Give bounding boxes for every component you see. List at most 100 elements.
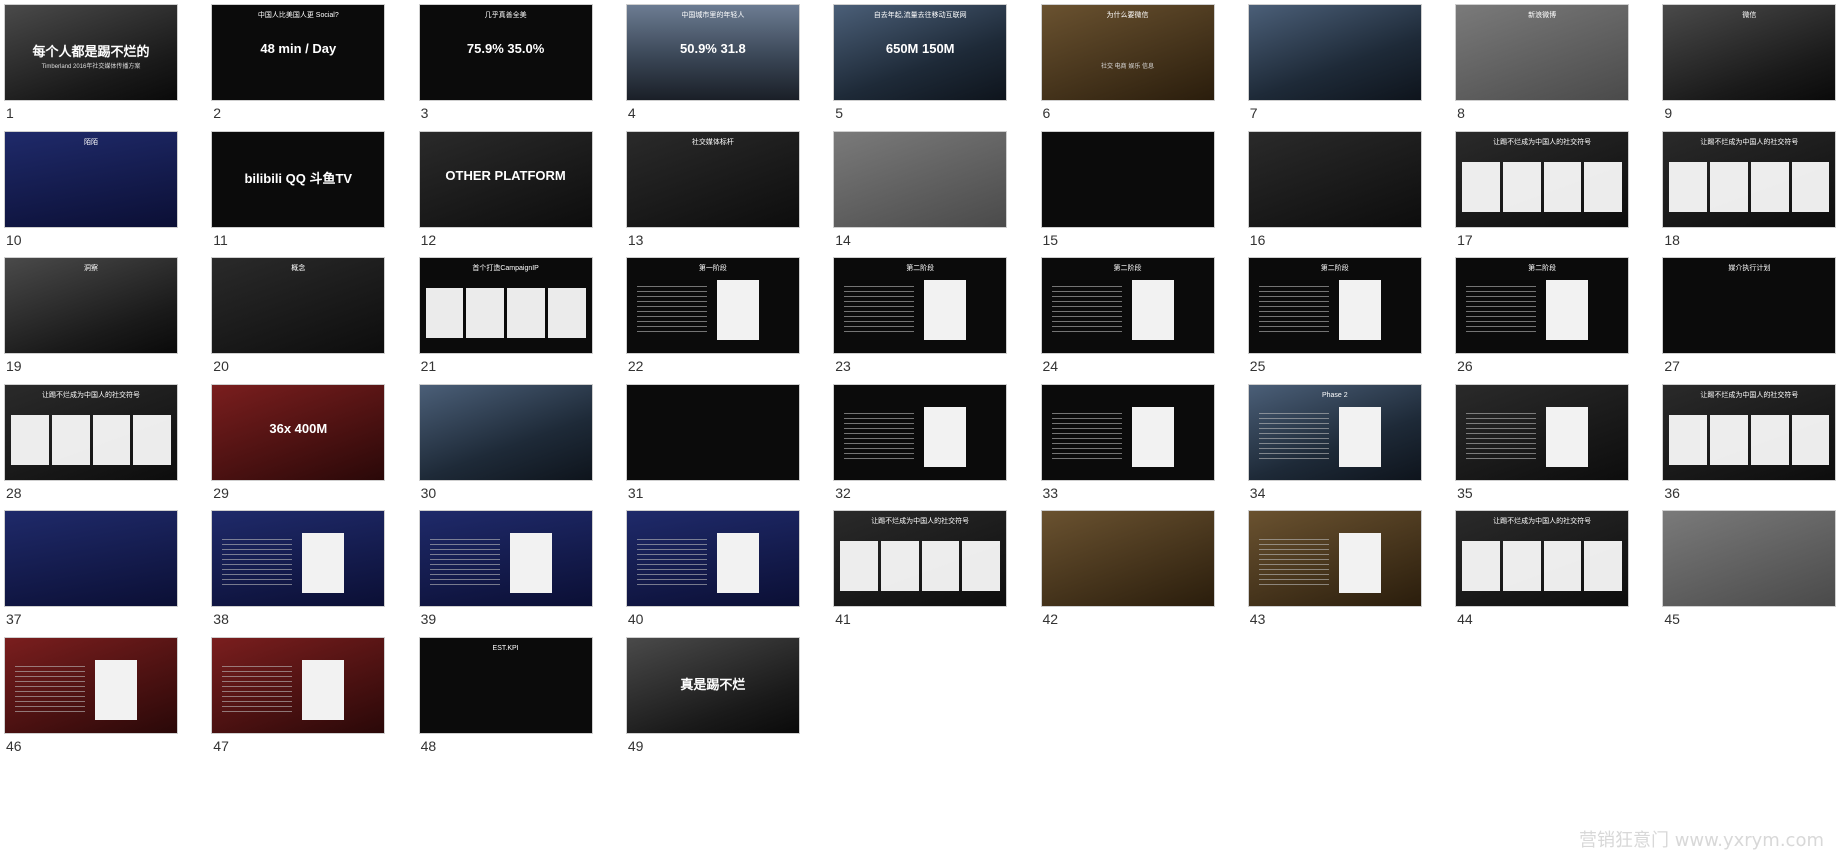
slide-thumbnail[interactable]: 新浪微博	[1456, 5, 1629, 100]
screenshot-panel	[716, 280, 759, 340]
column-card	[425, 288, 464, 338]
slide-thumbnail[interactable]: 让踢不烂成为中国人的社交符号	[1456, 131, 1629, 227]
column-card	[962, 541, 1001, 591]
slide-number: 8	[1457, 105, 1465, 121]
slide-title: 洞察	[84, 265, 98, 272]
slide-thumbnail[interactable]: 让踢不烂成为中国人的社交符号	[5, 384, 177, 480]
slide-thumbnail[interactable]: 微信	[1663, 5, 1836, 100]
slide-thumbnail[interactable]: 第二阶段	[834, 258, 1007, 353]
slide-thumbnail[interactable]	[1456, 384, 1629, 480]
slide-thumbnail[interactable]: 概念	[212, 258, 385, 353]
slide-thumbnail[interactable]: 让踢不烂成为中国人的社交符号	[1663, 131, 1836, 227]
slide-cell[interactable]: 42	[1041, 511, 1249, 659]
text-lines	[1051, 286, 1122, 336]
text-lines	[1051, 412, 1122, 463]
slide-thumbnail[interactable]	[834, 131, 1007, 227]
column-card	[1502, 161, 1541, 212]
slide-thumbnail[interactable]	[1248, 131, 1421, 227]
column-card	[1669, 161, 1708, 212]
slide-title: 让踢不烂成为中国人的社交符号	[1493, 518, 1592, 525]
slide-thumbnail-grid: 每个人都是踢不烂的 Timberland 2016年社交媒体传播方案 1 中国人比美国…	[0, 0, 1836, 862]
slide-thumbnail[interactable]: 36x 400M	[212, 384, 385, 480]
slide-thumbnail[interactable]: 中国人比美国人更 Social? 48 min / Day	[212, 5, 385, 100]
slide-cell[interactable]: 47	[212, 637, 419, 786]
slide-thumbnail[interactable]	[1663, 511, 1836, 606]
slide-thumbnail[interactable]: 第二阶段	[1248, 258, 1421, 353]
slide-number: 42	[1042, 611, 1059, 627]
slide-cell[interactable]: 让踢不烂成为中国人的社交符号 41	[834, 511, 1041, 659]
column-card	[51, 414, 90, 465]
slide-thumbnail[interactable]: 中国城市里的年轻人 50.9% 31.8	[626, 5, 799, 100]
slide-thumbnail[interactable]: Phase 2	[1248, 384, 1421, 480]
slide-thumbnail[interactable]: 首个打造CampaignIP	[419, 258, 592, 353]
slide-cell[interactable]: 45	[1663, 511, 1836, 659]
slide-thumbnail[interactable]: 让踢不烂成为中国人的社交符号	[1456, 511, 1629, 606]
slide-thumbnail[interactable]: 为什么要微信 社交 电商 娱乐 信息	[1041, 5, 1214, 100]
slide-title: 概念	[291, 265, 306, 272]
slide-subtitle: 社交 电商 娱乐 信息	[1100, 64, 1154, 70]
slide-cell[interactable]: 46	[5, 637, 212, 786]
slide-thumbnail[interactable]	[212, 511, 385, 606]
slide-thumbnail[interactable]: 让踢不烂成为中国人的社交符号	[834, 511, 1007, 606]
slide-thumbnail[interactable]: 每个人都是踢不烂的 Timberland 2016年社交媒体传播方案	[5, 5, 177, 100]
screenshot-panel	[302, 533, 345, 593]
column-card	[1584, 541, 1623, 591]
text-lines	[222, 665, 293, 716]
slide-columns	[1462, 161, 1623, 212]
slide-thumbnail[interactable]	[212, 637, 385, 733]
slide-title: 自去年起,流量去往移动互联网	[873, 12, 967, 19]
slide-columns	[1669, 414, 1830, 465]
slide-number: 11	[213, 231, 228, 248]
slide-title: Phase 2	[1321, 391, 1348, 399]
slide-number: 35	[1457, 484, 1473, 501]
slide-thumbnail[interactable]: 第二阶段	[1041, 258, 1214, 353]
slide-cell[interactable]: 真是踢不烂 49	[626, 637, 834, 786]
slide-thumbnail[interactable]: 让踢不烂成为中国人的社交符号	[1663, 384, 1836, 480]
slide-thumbnail[interactable]	[5, 637, 177, 733]
slide-number: 4	[627, 105, 636, 121]
slide-thumbnail[interactable]	[419, 511, 592, 606]
slide-number: 41	[835, 611, 851, 627]
slide-cell[interactable]: 让踢不烂成为中国人的社交符号 44	[1456, 511, 1663, 659]
slide-thumbnail[interactable]: 自去年起,流量去往移动互联网 650M 150M	[834, 5, 1007, 100]
slide-thumbnail[interactable]	[419, 384, 592, 480]
slide-cell[interactable]: EST.KPI 48	[419, 637, 627, 786]
slide-number: 30	[420, 484, 437, 501]
slide-thumbnail[interactable]: 媒介执行计划	[1663, 258, 1836, 353]
slide-thumbnail[interactable]	[1041, 384, 1214, 480]
screenshot-panel	[1338, 406, 1381, 467]
slide-thumbnail[interactable]	[834, 384, 1007, 480]
slide-headline: 48 min / Day	[260, 41, 337, 56]
column-card	[1462, 161, 1500, 212]
slide-thumbnail[interactable]: 几乎真善全美 75.9% 35.0%	[419, 5, 592, 100]
slide-thumbnail[interactable]: bilibili QQ 斗鱼TV	[212, 131, 385, 227]
slide-thumbnail[interactable]	[626, 511, 799, 606]
slide-thumbnail[interactable]	[1248, 511, 1421, 606]
column-card	[1750, 414, 1789, 465]
slide-thumbnail[interactable]: OTHER PLATFORM	[419, 131, 592, 227]
slide-headline: bilibili QQ 斗鱼TV	[244, 170, 353, 186]
column-card	[1791, 161, 1830, 212]
text-lines	[222, 539, 293, 589]
slide-title: 社交媒体标杆	[691, 138, 734, 146]
screenshot-panel	[302, 659, 345, 720]
screenshot-panel	[1338, 533, 1381, 593]
slide-thumbnail[interactable]: 真是踢不烂	[626, 637, 799, 733]
slide-thumbnail[interactable]: 第二阶段	[1456, 258, 1629, 353]
slide-headline: 每个人都是踢不烂的	[32, 44, 150, 59]
slide-title: EST.KPI	[492, 644, 519, 652]
slide-thumbnail[interactable]: 社交媒体标杆	[626, 131, 799, 227]
slide-thumbnail[interactable]	[1041, 131, 1214, 227]
slide-thumbnail[interactable]: EST.KPI	[419, 637, 592, 733]
slide-cell[interactable]: 43	[1248, 511, 1456, 659]
slide-thumbnail[interactable]: 第一阶段	[626, 258, 799, 353]
slide-thumbnail[interactable]	[1248, 5, 1421, 100]
slide-thumbnail[interactable]: 洞察	[5, 258, 177, 353]
slide-thumbnail[interactable]: 陌陌	[5, 131, 177, 227]
slide-thumbnail[interactable]	[5, 511, 177, 606]
slide-thumbnail[interactable]	[626, 384, 799, 480]
text-lines	[429, 539, 500, 589]
text-lines	[844, 412, 915, 463]
slide-headline: 真是踢不烂	[680, 676, 746, 692]
slide-thumbnail[interactable]	[1041, 511, 1214, 606]
